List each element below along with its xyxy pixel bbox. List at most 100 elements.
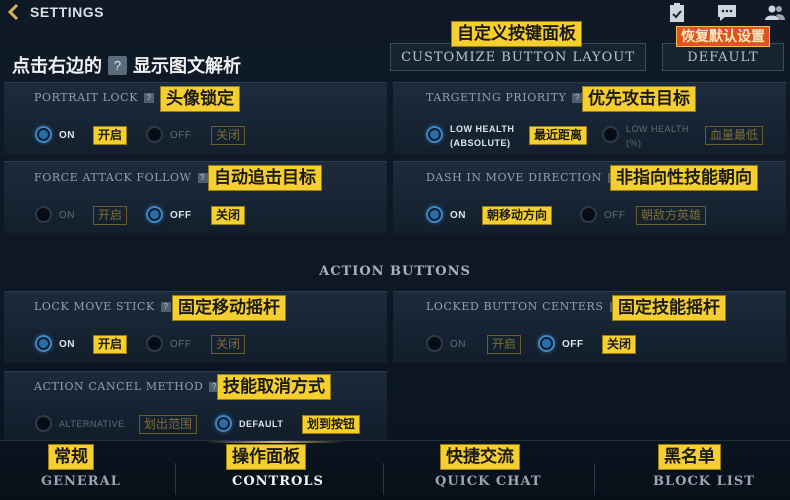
lock-move-stick-tag: 固定移动摇杆 [172,295,286,321]
targeting-low-health-percent-radio[interactable] [602,126,619,143]
tab-general[interactable]: 常规 GENERAL [0,441,152,500]
action-cancel-default-label: DEFAULT [239,419,284,429]
help-icon: ? [108,55,127,75]
nav-divider [175,463,176,495]
force-attack-follow-on-radio[interactable] [35,206,52,223]
dash-in-move-direction-tag: 非指向性技能朝向 [610,165,758,191]
page-hint: 点击右边的 ? 显示图文解析 [12,52,241,78]
targeting-low-health-absolute-radio[interactable] [426,126,443,143]
portrait-lock-on-label: ON [59,130,75,141]
tab-quick-chat-label: QUICK CHAT [435,474,542,489]
action-cancel-default-radio[interactable] [215,415,232,432]
action-cancel-alternative-label: ALTERNATIVE [59,419,125,429]
targeting-opt1-line2: (ABSOLUTE) [450,138,511,148]
lock-move-stick-off-tag: 关闭 [211,335,246,354]
portrait-lock-tag: 头像锁定 [160,86,240,112]
tab-general-label: GENERAL [41,474,121,489]
tab-block-list[interactable]: 黑名单 BLOCK LIST [620,441,790,500]
force-attack-follow-on-tag: 开启 [93,206,128,225]
locked-button-centers-title: LOCKED BUTTON CENTERS? [426,300,620,313]
targeting-priority-title: TARGETING PRIORITY? [426,91,583,104]
action-cancel-method-title-text: ACTION CANCEL METHOD [34,380,204,393]
lock-move-stick-on-radio[interactable] [35,335,52,352]
customize-button-layout-tag: 自定义按键面板 [451,21,582,47]
back-icon[interactable] [6,3,24,21]
help-icon[interactable]: ? [160,301,171,312]
hint-text-before: 点击右边的 [12,56,102,76]
tab-block-list-label: BLOCK LIST [653,474,755,489]
portrait-lock-off-tag: 关闭 [211,126,246,145]
action-cancel-alternative-radio[interactable] [35,415,52,432]
locked-button-centers-tag: 固定技能摇杆 [612,295,726,321]
help-icon[interactable]: ? [572,92,583,103]
locked-button-centers-off-radio[interactable] [538,335,555,352]
action-cancel-method-tag: 技能取消方式 [217,374,331,400]
locked-button-centers-on-label: ON [450,339,466,350]
portrait-lock-off-radio[interactable] [146,126,163,143]
clipboard-icon[interactable] [666,3,688,23]
chat-icon[interactable] [716,3,738,23]
locked-button-centers-title-text: LOCKED BUTTON CENTERS [426,300,604,313]
settings-title: SETTINGS [30,4,105,20]
help-icon[interactable]: ? [144,92,155,103]
dash-off-radio[interactable] [580,206,597,223]
portrait-lock-on-tag: 开启 [93,126,128,145]
tab-controls-tag: 操作面板 [226,444,306,470]
force-attack-follow-title: FORCE ATTACK FOLLOW? [34,171,208,184]
action-cancel-alternative-tag: 划出范围 [139,415,198,434]
dash-on-radio[interactable] [426,206,443,223]
portrait-lock-on-radio[interactable] [35,126,52,143]
hint-text-after: 显示图文解析 [133,56,241,76]
customize-button-layout-button[interactable]: CUSTOMIZE BUTTON LAYOUT [390,43,646,71]
dash-off-tag: 朝敌方英雄 [636,206,707,225]
dash-title-text: DASH IN MOVE DIRECTION [426,171,602,184]
targeting-priority-title-text: TARGETING PRIORITY [426,91,567,104]
default-button[interactable]: DEFAULT [662,43,784,71]
force-attack-follow-off-label: OFF [170,210,192,221]
lock-move-stick-off-label: OFF [170,339,192,350]
targeting-priority-tag: 优先攻击目标 [582,86,696,112]
targeting-low-health-absolute-tag: 最近距离 [529,126,588,145]
dash-on-tag: 朝移动方向 [482,206,553,225]
dash-off-label: OFF [604,210,626,221]
portrait-lock-title-text: PORTRAIT LOCK [34,91,139,104]
help-icon[interactable]: ? [197,172,208,183]
portrait-lock-off-label: OFF [170,130,192,141]
lock-move-stick-on-label: ON [59,339,75,350]
default-label: DEFAULT [687,49,759,65]
targeting-low-health-absolute-label: LOW HEALTH (ABSOLUTE) [450,122,514,150]
targeting-low-health-percent-label: LOW HEALTH (%) [626,122,689,150]
lock-move-stick-off-radio[interactable] [146,335,163,352]
locked-button-centers-off-label: OFF [562,339,584,350]
tab-block-list-tag: 黑名单 [658,444,721,470]
force-attack-follow-on-label: ON [59,210,75,221]
force-attack-follow-off-radio[interactable] [146,206,163,223]
locked-button-centers-on-radio[interactable] [426,335,443,352]
bottom-nav: 常规 GENERAL 操作面板 CONTROLS 快捷交流 QUICK CHAT… [0,440,790,500]
action-cancel-method-title: ACTION CANCEL METHOD? [34,380,220,393]
tab-controls-label: CONTROLS [232,474,324,489]
tab-quick-chat-tag: 快捷交流 [440,444,520,470]
locked-button-centers-on-tag: 开启 [487,335,522,354]
action-buttons-section-title: ACTION BUTTONS [319,264,471,279]
force-attack-follow-tag: 自动追击目标 [208,165,322,191]
default-tag: 恢复默认设置 [676,26,770,47]
lock-move-stick-on-tag: 开启 [93,335,128,354]
tab-quick-chat[interactable]: 快捷交流 QUICK CHAT [410,441,570,500]
dash-on-label: ON [450,210,466,221]
tab-controls[interactable]: 操作面板 CONTROLS [205,441,345,500]
portrait-lock-title: PORTRAIT LOCK? [34,91,155,104]
force-attack-follow-title-text: FORCE ATTACK FOLLOW [34,171,192,184]
targeting-low-health-percent-tag: 血量最低 [705,126,764,145]
action-cancel-default-tag: 划到按钮 [302,415,361,434]
nav-divider [383,463,384,495]
friends-icon[interactable] [764,3,786,23]
targeting-opt2-line1: LOW HEALTH [626,124,689,134]
customize-button-layout-label: CUSTOMIZE BUTTON LAYOUT [401,49,635,65]
force-attack-follow-off-tag: 关闭 [211,206,246,225]
dash-in-move-direction-title: DASH IN MOVE DIRECTION? [426,171,618,184]
nav-divider [594,463,595,495]
lock-move-stick-title: LOCK MOVE STICK? [34,300,171,313]
targeting-opt2-line2: (%) [626,138,642,148]
locked-button-centers-off-tag: 关闭 [602,335,637,354]
